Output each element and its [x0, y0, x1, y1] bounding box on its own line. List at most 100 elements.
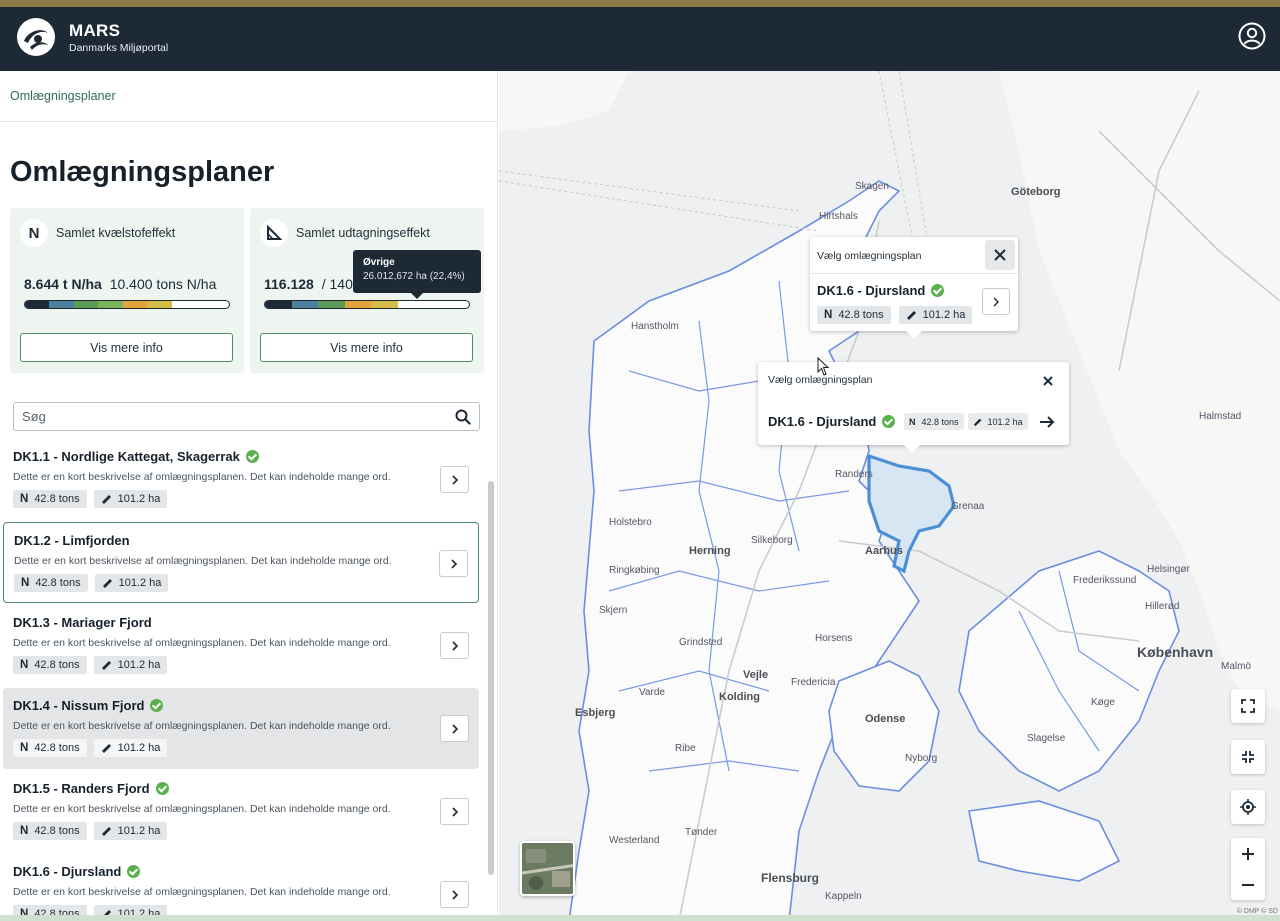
ruler-icon: [101, 744, 111, 753]
popup-tags: N 42.8 tons 101.2 ha: [817, 306, 973, 324]
popup-close-button[interactable]: [1039, 372, 1057, 390]
map-label: Helsingør: [1147, 564, 1190, 575]
area-tag: 101.2 ha: [94, 574, 169, 592]
map-label: Hillerød: [1145, 601, 1180, 612]
basemap-layer-switcher[interactable]: [520, 841, 575, 896]
plan-list: DK1.1 - Nordlige Kattegat, Skagerrak Det…: [0, 439, 497, 921]
plan-description: Dette er en kort beskrivelse af omlægnin…: [13, 803, 391, 815]
plan-description: Dette er en kort beskrivelse af omlægnin…: [13, 637, 391, 649]
extraction-more-info-button[interactable]: Vis mere info: [260, 333, 473, 362]
user-account-icon[interactable]: [1238, 22, 1266, 50]
chevron-right-icon: [993, 297, 999, 306]
fullscreen-button[interactable]: [1231, 689, 1265, 723]
approved-check-icon: [155, 782, 169, 795]
popup-open-plan-button[interactable]: [982, 288, 1010, 315]
map-label: Fredericia: [791, 677, 836, 688]
map-label: Odense: [865, 713, 906, 725]
map-label: Silkeborg: [751, 535, 793, 546]
popup-close-button[interactable]: [985, 240, 1015, 270]
mars-logo-icon[interactable]: [16, 17, 56, 57]
plan-tags: N 42.8 tons 101.2 ha: [14, 574, 169, 592]
map-label: Nyborg: [905, 753, 938, 764]
nitrogen-tag: N 42.8 tons: [14, 574, 88, 592]
nitrogen-more-info-button[interactable]: Vis mere info: [20, 333, 233, 362]
zoom-out-button[interactable]: [1231, 869, 1265, 900]
chevron-right-icon: [451, 889, 458, 900]
list-item[interactable]: DK1.3 - Mariager Fjord Dette er en kort …: [3, 605, 479, 686]
zoom-in-button[interactable]: [1231, 838, 1265, 869]
map-label: Holstebro: [609, 517, 652, 528]
plan-title: DK1.3 - Mariager Fjord: [13, 615, 152, 630]
plan-title: DK1.4 - Nissum Fjord: [13, 698, 164, 713]
plan-tags: N 42.8 tons 101.2 ha: [13, 822, 168, 840]
approved-check-icon: [882, 415, 896, 428]
plus-icon: [1242, 847, 1254, 860]
exit-fullscreen-button[interactable]: [1231, 740, 1265, 774]
map-label: Hanstholm: [631, 321, 679, 332]
sidebar: Omlægningsplaner Omlægningsplaner N Saml…: [0, 71, 498, 921]
list-item[interactable]: DK1.1 - Nordlige Kattegat, Skagerrak Det…: [3, 439, 479, 520]
map-label: Malmö: [1221, 661, 1252, 672]
open-plan-button[interactable]: [440, 466, 469, 493]
chevron-right-icon: [451, 640, 458, 651]
open-plan-button[interactable]: [439, 550, 468, 577]
mouse-cursor-icon: [817, 357, 830, 376]
popup-header-label: Vælg omlægningsplan: [817, 250, 922, 262]
plan-title: DK1.1 - Nordlige Kattegat, Skagerrak: [13, 449, 259, 464]
map-label: København: [1137, 644, 1214, 660]
approved-check-icon: [931, 284, 945, 297]
map-label: Skagen: [855, 181, 889, 192]
card-label: Samlet udtagningseffekt: [296, 226, 430, 240]
card-value-total: / 140: [321, 276, 353, 292]
map-label: Göteborg: [1011, 186, 1061, 198]
list-item[interactable]: DK1.5 - Randers Fjord Dette er en kort b…: [3, 771, 479, 852]
locate-me-button[interactable]: [1231, 790, 1265, 824]
map-label: Slagelse: [1027, 733, 1066, 744]
ruler-icon: [101, 827, 111, 836]
search-field[interactable]: [13, 402, 480, 431]
open-plan-button[interactable]: [440, 715, 469, 742]
list-item[interactable]: DK1.6 - Djursland Dette er en kort beskr…: [3, 854, 479, 921]
brand-subtitle: Danmarks Miljøportal: [69, 42, 169, 54]
search-icon[interactable]: [455, 409, 471, 425]
list-item[interactable]: DK1.2 - Limfjorden Dette er en kort besk…: [3, 522, 479, 603]
close-icon: [994, 249, 1006, 261]
plan-select-popup: Vælg omlægningsplan DK1.6 - Djursland N4…: [810, 237, 1018, 339]
breadcrumb[interactable]: Omlægningsplaner: [10, 89, 116, 103]
area-tag: 101.2 ha: [93, 490, 168, 508]
map-label: Flensburg: [761, 871, 820, 885]
search-input[interactable]: [22, 409, 442, 424]
popup-plan-name: DK1.6 - Djursland: [768, 414, 896, 429]
card-value: 8.644 t N/ha 10.400 tons N/ha: [24, 276, 216, 292]
bottom-band: [0, 915, 1280, 921]
nitrogen-progress-bar[interactable]: [24, 300, 230, 309]
popup-open-plan-arrow[interactable]: [1037, 412, 1057, 432]
minus-icon: [1242, 883, 1254, 886]
plan-title: DK1.2 - Limfjorden: [14, 533, 130, 548]
open-plan-button[interactable]: [440, 798, 469, 825]
ruler-icon: [906, 311, 916, 320]
open-plan-button[interactable]: [440, 881, 469, 908]
approved-check-icon: [150, 699, 164, 712]
popup-header: Vælg omlægningsplan: [810, 237, 1018, 274]
map-label: Tønder: [685, 827, 718, 838]
list-item[interactable]: DK1.4 - Nissum Fjord Dette er en kort be…: [3, 688, 479, 769]
plan-title: DK1.5 - Randers Fjord: [13, 781, 169, 796]
approved-check-icon: [245, 450, 259, 463]
card-label: Samlet kvælstofeffekt: [56, 226, 176, 240]
map-label: Skjern: [599, 605, 628, 616]
nitrogen-tag: N 42.8 tons: [904, 413, 964, 430]
plan-select-popup-compact: Vælg omlægningsplan DK1.6 - Djursland N4…: [758, 362, 1069, 453]
map-label: Ribe: [675, 743, 696, 754]
map-canvas[interactable]: Skagen Hirtshals Göteborg Hanstholm Hern…: [499, 71, 1280, 921]
popup-plan-name: DK1.6 - Djursland: [817, 283, 945, 298]
map-label: Varde: [639, 687, 665, 698]
map-label: Horsens: [815, 633, 853, 644]
area-tag: 101.2 ha: [93, 656, 168, 674]
map-base-layer: [499, 71, 1280, 921]
extraction-progress-bar[interactable]: [264, 300, 470, 309]
list-scrollbar[interactable]: [488, 481, 494, 875]
plan-tags: N 42.8 tons 101.2 ha: [13, 739, 168, 757]
open-plan-button[interactable]: [440, 632, 469, 659]
close-icon: [1043, 376, 1053, 386]
